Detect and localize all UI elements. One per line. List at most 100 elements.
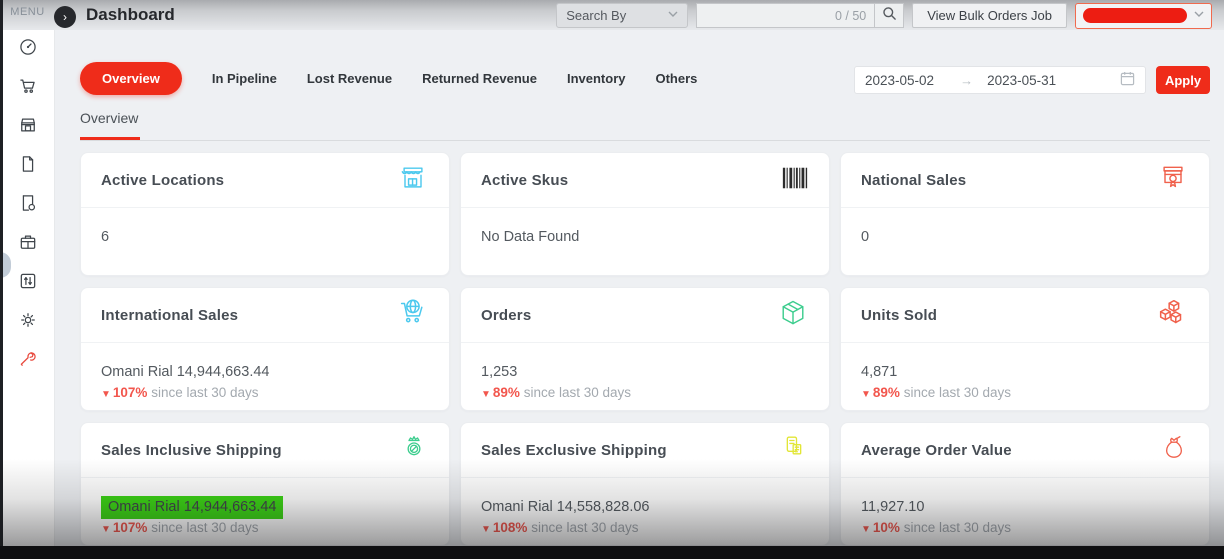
- card-value: Omani Rial 14,944,663.44: [101, 364, 429, 380]
- main-tabs: Overview In Pipeline Lost Revenue Return…: [80, 61, 697, 95]
- card-title: Units Sold: [861, 307, 937, 324]
- sidebar-item-store[interactable]: [0, 108, 55, 147]
- card-sales-exclusive-shipping: Sales Exclusive Shipping Omani Rial 14,5…: [460, 422, 830, 546]
- view-bulk-orders-button[interactable]: View Bulk Orders Job: [912, 3, 1067, 28]
- tab-others[interactable]: Others: [655, 71, 697, 86]
- card-title: Sales Exclusive Shipping: [481, 442, 667, 459]
- card-units-sold: Units Sold 4,871 ▼89% since last 30 days: [840, 287, 1210, 411]
- adjustments-icon: [18, 271, 38, 296]
- chevron-down-icon: [1194, 11, 1204, 20]
- search-input[interactable]: [705, 8, 835, 23]
- card-delta-caption: since last 30 days: [151, 520, 258, 535]
- chevron-right-icon: ›: [63, 10, 67, 24]
- search-by-label: Search By: [566, 8, 626, 23]
- document-icon: [18, 154, 38, 179]
- card-title: Orders: [481, 307, 531, 324]
- tab-in-pipeline[interactable]: In Pipeline: [212, 71, 277, 86]
- card-value: 1,253: [481, 364, 809, 380]
- card-delta: 108%: [493, 520, 528, 535]
- down-triangle-icon: ▼: [861, 389, 871, 400]
- tab-inventory[interactable]: Inventory: [567, 71, 626, 86]
- bottom-black-bar: [0, 546, 1224, 559]
- globe-cart-icon: [395, 296, 429, 335]
- tab-returned-revenue[interactable]: Returned Revenue: [422, 71, 537, 86]
- top-bar: MENU Dashboard Search By 0 / 50: [0, 0, 1224, 30]
- subtab-row: Overview: [80, 110, 1210, 141]
- card-delta: 107%: [113, 385, 148, 400]
- down-triangle-icon: ▼: [861, 524, 871, 535]
- card-delta-caption: since last 30 days: [524, 385, 631, 400]
- down-triangle-icon: ▼: [101, 524, 111, 535]
- card-delta-caption: since last 30 days: [904, 385, 1011, 400]
- card-active-skus: Active Skus No Data Found: [460, 152, 830, 276]
- card-active-locations: Active Locations 6: [80, 152, 450, 276]
- search-field: 0 / 50: [696, 3, 874, 28]
- search-icon: [882, 6, 897, 26]
- sidebar-item-tools[interactable]: [0, 342, 55, 381]
- medal-icon: [399, 432, 429, 469]
- card-delta: 89%: [873, 385, 900, 400]
- down-triangle-icon: ▼: [481, 389, 491, 400]
- date-arrow-icon: →: [960, 73, 973, 88]
- search-button[interactable]: [874, 3, 904, 28]
- card-title: International Sales: [101, 307, 238, 324]
- sidebar-icons: [0, 30, 55, 381]
- card-value: No Data Found: [481, 229, 809, 245]
- package-box-icon: [777, 297, 809, 334]
- receipts-icon: [779, 432, 809, 469]
- money-bag-icon: [1159, 432, 1189, 469]
- card-delta-caption: since last 30 days: [904, 520, 1011, 535]
- view-bulk-orders-label: View Bulk Orders Job: [927, 8, 1052, 23]
- sidebar-item-orders[interactable]: [0, 69, 55, 108]
- card-delta: 89%: [493, 385, 520, 400]
- search-counter: 0 / 50: [835, 9, 866, 23]
- card-title: Active Locations: [101, 172, 224, 189]
- shopping-cart-icon: [18, 76, 38, 101]
- card-delta: 10%: [873, 520, 900, 535]
- card-title: Average Order Value: [861, 442, 1012, 459]
- card-delta-caption: since last 30 days: [531, 520, 638, 535]
- storefront-icon: [397, 162, 429, 199]
- card-sales-inclusive-shipping: Sales Inclusive Shipping Omani Rial 14,9…: [80, 422, 450, 546]
- card-value: 6: [101, 229, 429, 245]
- card-title: Active Skus: [481, 172, 568, 189]
- store-icon: [18, 115, 38, 140]
- storefront-ribbon-icon: [1157, 162, 1189, 199]
- card-value: 0: [861, 229, 1189, 245]
- card-orders: Orders 1,253 ▼89% since last 30 days: [460, 287, 830, 411]
- menu-label: MENU: [0, 6, 55, 18]
- left-dark-edge: [0, 0, 3, 559]
- subtab-overview[interactable]: Overview: [80, 110, 140, 140]
- search-group: 0 / 50: [696, 3, 904, 28]
- sidebar-item-reports[interactable]: [0, 186, 55, 225]
- card-value: 11,927.10: [861, 499, 1189, 515]
- card-average-order-value: Average Order Value 11,927.10 ▼10% since…: [840, 422, 1210, 546]
- report-icon: [18, 193, 38, 218]
- sidebar-item-dashboard[interactable]: [0, 30, 55, 69]
- card-value: 4,871: [861, 364, 1189, 380]
- apply-button[interactable]: Apply: [1156, 66, 1210, 94]
- card-delta-caption: since last 30 days: [151, 385, 258, 400]
- card-value: Omani Rial 14,558,828.06: [481, 499, 809, 515]
- card-title: Sales Inclusive Shipping: [101, 442, 282, 459]
- cubes-icon: [1155, 296, 1189, 335]
- sidebar-item-settings[interactable]: [0, 303, 55, 342]
- dashboard-app: MENU Dashboard Search By 0 / 50: [0, 0, 1224, 559]
- sidebar-collapse-toggle[interactable]: ›: [54, 6, 76, 28]
- card-national-sales: National Sales 0: [840, 152, 1210, 276]
- tab-lost-revenue[interactable]: Lost Revenue: [307, 71, 392, 86]
- card-delta: 107%: [113, 520, 148, 535]
- search-by-select[interactable]: Search By: [556, 3, 688, 28]
- date-range-picker[interactable]: 2023-05-02 → 2023-05-31: [854, 66, 1146, 94]
- user-dropdown[interactable]: [1075, 3, 1212, 29]
- card-value: Omani Rial 14,944,663.44: [101, 499, 429, 515]
- date-filter-bar: 2023-05-02 → 2023-05-31 Apply: [854, 66, 1210, 94]
- sidebar-item-documents[interactable]: [0, 147, 55, 186]
- page-title: Dashboard: [86, 5, 175, 25]
- briefcase-calendar-icon: [18, 232, 38, 257]
- tab-overview[interactable]: Overview: [80, 62, 182, 95]
- date-start-value[interactable]: 2023-05-02: [865, 73, 934, 88]
- barcode-icon: [781, 165, 809, 196]
- chevron-down-icon: [668, 11, 678, 20]
- date-end-value[interactable]: 2023-05-31: [987, 73, 1056, 88]
